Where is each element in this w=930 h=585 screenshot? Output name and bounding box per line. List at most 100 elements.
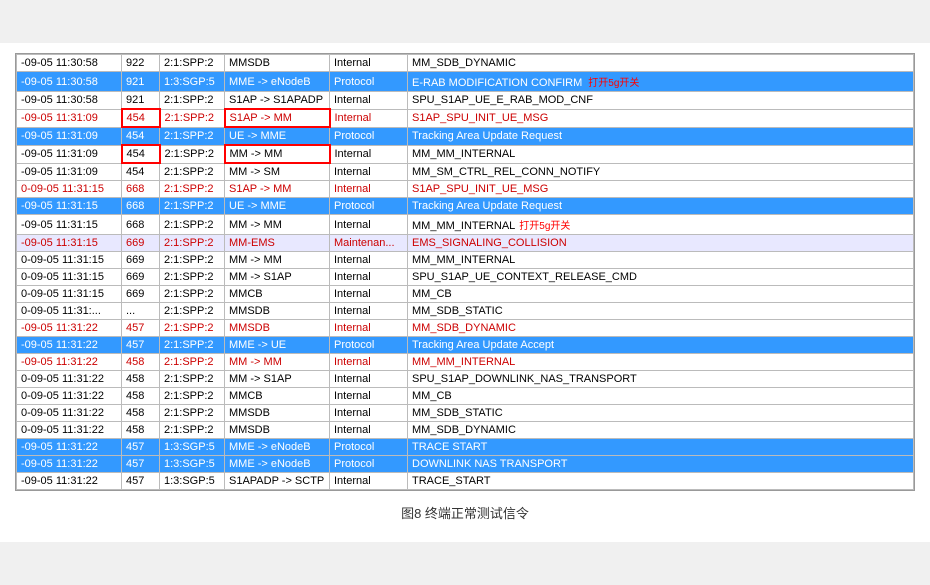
table-row: -09-05 11:31:224572:1:SPP:2MME -> UEProt… xyxy=(17,337,914,354)
table-cell: 457 xyxy=(122,456,160,473)
table-cell: MM -> MM xyxy=(225,215,330,235)
table-cell: -09-05 11:31:09 xyxy=(17,145,122,163)
table-row: 0-09-05 11:31:156692:1:SPP:2MMCBInternal… xyxy=(17,286,914,303)
table-cell: 1:3:SGP:5 xyxy=(160,72,225,92)
table-cell: Tracking Area Update Request xyxy=(408,127,914,145)
table-cell: 669 xyxy=(122,286,160,303)
table-cell: 922 xyxy=(122,55,160,72)
table-row: -09-05 11:31:094542:1:SPP:2S1AP -> MMInt… xyxy=(17,109,914,127)
table-cell: 2:1:SPP:2 xyxy=(160,181,225,198)
table-cell: MM_MM_INTERNAL xyxy=(408,354,914,371)
table-cell: S1AP_SPU_INIT_UE_MSG xyxy=(408,109,914,127)
table-cell: 0-09-05 11:31:... xyxy=(17,303,122,320)
table-cell: 457 xyxy=(122,473,160,490)
table-cell: Internal xyxy=(330,55,408,72)
table-cell: MM_SDB_DYNAMIC xyxy=(408,320,914,337)
table-cell: 457 xyxy=(122,320,160,337)
table-cell: Internal xyxy=(330,215,408,235)
table-cell: 454 xyxy=(122,127,160,145)
table-cell: -09-05 11:31:15 xyxy=(17,198,122,215)
table-cell: MME -> eNodeB xyxy=(225,439,330,456)
table-cell: Tracking Area Update Request xyxy=(408,198,914,215)
table-cell: Protocol xyxy=(330,456,408,473)
table-cell: S1AP -> MM xyxy=(225,109,330,127)
table-cell: 2:1:SPP:2 xyxy=(160,55,225,72)
table-cell: 668 xyxy=(122,181,160,198)
table-row: -09-05 11:31:224572:1:SPP:2MMSDBInternal… xyxy=(17,320,914,337)
table-cell: 0-09-05 11:31:22 xyxy=(17,371,122,388)
table-cell: MM_MM_INTERNAL xyxy=(408,252,914,269)
table-cell: SPU_S1AP_DOWNLINK_NAS_TRANSPORT xyxy=(408,371,914,388)
table-cell: Protocol xyxy=(330,198,408,215)
table-cell: SPU_S1AP_UE_E_RAB_MOD_CNF xyxy=(408,92,914,110)
table-cell: Internal xyxy=(330,145,408,163)
table-cell: MM_SDB_DYNAMIC xyxy=(408,422,914,439)
table-cell: 2:1:SPP:2 xyxy=(160,303,225,320)
table-cell: S1AP -> MM xyxy=(225,181,330,198)
table-cell: 2:1:SPP:2 xyxy=(160,354,225,371)
table-cell: 2:1:SPP:2 xyxy=(160,92,225,110)
table-cell: Protocol xyxy=(330,439,408,456)
table-cell: TRACE START xyxy=(408,439,914,456)
table-cell: Internal xyxy=(330,109,408,127)
table-row: 0-09-05 11:31:156682:1:SPP:2S1AP -> MMIn… xyxy=(17,181,914,198)
table-cell: EMS_SIGNALING_COLLISION xyxy=(408,235,914,252)
table-cell: 458 xyxy=(122,388,160,405)
table-cell: Internal xyxy=(330,371,408,388)
table-cell: 0-09-05 11:31:15 xyxy=(17,181,122,198)
table-cell: 668 xyxy=(122,215,160,235)
table-cell: 2:1:SPP:2 xyxy=(160,235,225,252)
table-cell: 669 xyxy=(122,235,160,252)
table-cell: MMSDB xyxy=(225,303,330,320)
table-cell: MM-EMS xyxy=(225,235,330,252)
table-cell: -09-05 11:31:22 xyxy=(17,439,122,456)
table-cell: MM -> SM xyxy=(225,163,330,181)
table-cell: 2:1:SPP:2 xyxy=(160,127,225,145)
table-cell: -09-05 11:31:09 xyxy=(17,163,122,181)
table-cell: Internal xyxy=(330,320,408,337)
table-cell: 921 xyxy=(122,72,160,92)
table-cell: S1AP -> S1APADP xyxy=(225,92,330,110)
table-cell: Protocol xyxy=(330,127,408,145)
table-row: 0-09-05 11:31:156692:1:SPP:2MM -> MMInte… xyxy=(17,252,914,269)
table-row: 0-09-05 11:31:224582:1:SPP:2MMSDBInterna… xyxy=(17,405,914,422)
table-cell: 1:3:SGP:5 xyxy=(160,456,225,473)
table-cell: Tracking Area Update Accept xyxy=(408,337,914,354)
table-cell: 2:1:SPP:2 xyxy=(160,252,225,269)
table-cell: 457 xyxy=(122,439,160,456)
table-cell: MM -> S1AP xyxy=(225,371,330,388)
table-cell: MME -> eNodeB xyxy=(225,456,330,473)
table-cell: UE -> MME xyxy=(225,127,330,145)
table-cell: 458 xyxy=(122,422,160,439)
table-cell: MM_CB xyxy=(408,286,914,303)
table-cell: MM_SDB_DYNAMIC xyxy=(408,55,914,72)
table-cell: Internal xyxy=(330,473,408,490)
table-cell: MMSDB xyxy=(225,405,330,422)
table-row: 0-09-05 11:31:156692:1:SPP:2MM -> S1APIn… xyxy=(17,269,914,286)
page-container: -09-05 11:30:589222:1:SPP:2MMSDBInternal… xyxy=(0,43,930,542)
table-row: -09-05 11:31:224571:3:SGP:5MME -> eNodeB… xyxy=(17,456,914,473)
table-cell: 0-09-05 11:31:15 xyxy=(17,269,122,286)
table-cell: DOWNLINK NAS TRANSPORT xyxy=(408,456,914,473)
table-cell: S1AP_SPU_INIT_UE_MSG xyxy=(408,181,914,198)
table-cell: 454 xyxy=(122,109,160,127)
table-cell: -09-05 11:31:09 xyxy=(17,109,122,127)
table-cell: Maintenan... xyxy=(330,235,408,252)
table-row: -09-05 11:31:094542:1:SPP:2UE -> MMEProt… xyxy=(17,127,914,145)
table-cell: 457 xyxy=(122,337,160,354)
table-cell: 458 xyxy=(122,354,160,371)
table-cell: 669 xyxy=(122,269,160,286)
table-row: -09-05 11:31:156692:1:SPP:2MM-EMSMainten… xyxy=(17,235,914,252)
table-row: -09-05 11:31:224582:1:SPP:2MM -> MMInter… xyxy=(17,354,914,371)
table-cell: -09-05 11:31:09 xyxy=(17,127,122,145)
table-cell: 2:1:SPP:2 xyxy=(160,371,225,388)
table-cell: TRACE_START xyxy=(408,473,914,490)
table-cell: 0-09-05 11:31:22 xyxy=(17,405,122,422)
table-cell: 2:1:SPP:2 xyxy=(160,422,225,439)
table-cell: 2:1:SPP:2 xyxy=(160,388,225,405)
table-cell: Internal xyxy=(330,181,408,198)
table-cell: 2:1:SPP:2 xyxy=(160,286,225,303)
table-cell: Internal xyxy=(330,354,408,371)
table-cell: MM_CB xyxy=(408,388,914,405)
table-cell: 2:1:SPP:2 xyxy=(160,145,225,163)
